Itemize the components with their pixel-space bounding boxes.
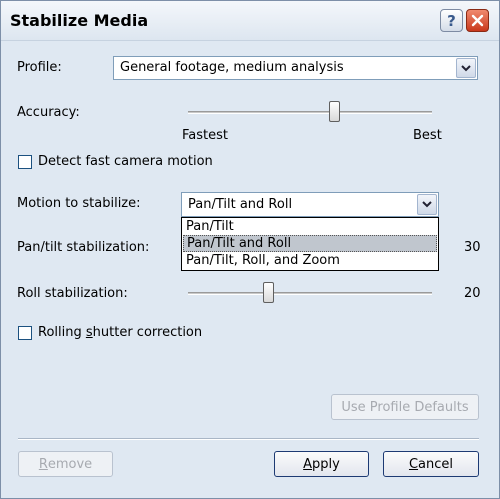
rolling-shutter-label[interactable]: Rolling shutter correction	[38, 325, 202, 340]
rolling-shutter-checkbox[interactable]	[18, 326, 32, 340]
accuracy-slider-track[interactable]	[188, 111, 432, 114]
profile-select[interactable]: General footage, medium analysis	[113, 56, 478, 80]
profile-value: General footage, medium analysis	[120, 60, 344, 75]
close-button[interactable]	[466, 9, 489, 32]
chevron-down-icon	[461, 64, 471, 71]
title-bar: Stabilize Media ?	[1, 1, 499, 41]
pan-tilt-label: Pan/tilt stabilization:	[17, 240, 150, 255]
separator	[18, 438, 479, 440]
cancel-button[interactable]: Cancel	[383, 451, 479, 477]
profile-label: Profile:	[17, 60, 62, 75]
detect-fast-motion-checkbox[interactable]	[18, 155, 32, 169]
apply-button[interactable]: Apply	[274, 451, 369, 477]
chevron-down-icon	[422, 201, 432, 208]
roll-label: Roll stabilization:	[17, 286, 128, 301]
roll-value: 20	[464, 286, 481, 301]
accuracy-slider-thumb[interactable]	[329, 101, 340, 122]
close-icon	[471, 14, 484, 27]
motion-dropdown-list: Pan/Tilt Pan/Tilt and Roll Pan/Tilt, Rol…	[181, 217, 439, 271]
roll-slider-thumb[interactable]	[263, 282, 274, 303]
accuracy-min-label: Fastest	[182, 128, 228, 143]
motion-label: Motion to stabilize:	[17, 196, 141, 211]
help-button[interactable]: ?	[440, 9, 463, 32]
detect-fast-motion-label[interactable]: Detect fast camera motion	[38, 154, 213, 169]
roll-slider-track[interactable]	[188, 292, 432, 295]
stabilize-media-dialog: Stabilize Media ? Profile: General foota…	[0, 0, 500, 499]
accuracy-label: Accuracy:	[17, 105, 80, 120]
window-title: Stabilize Media	[10, 11, 149, 30]
profile-dropdown-button[interactable]	[456, 58, 476, 78]
remove-button[interactable]: Remove	[18, 451, 113, 477]
use-profile-defaults-button[interactable]: Use Profile Defaults	[331, 394, 479, 420]
motion-option-selected[interactable]: Pan/Tilt and Roll	[183, 235, 437, 252]
motion-select[interactable]: Pan/Tilt and Roll	[181, 192, 439, 217]
accuracy-max-label: Best	[413, 128, 442, 143]
motion-dropdown-button[interactable]	[417, 194, 437, 215]
pan-tilt-value: 30	[464, 240, 481, 255]
help-icon: ?	[447, 11, 456, 30]
motion-option[interactable]: Pan/Tilt	[183, 218, 437, 235]
motion-value: Pan/Tilt and Roll	[188, 197, 293, 212]
motion-option[interactable]: Pan/Tilt, Roll, and Zoom	[183, 252, 437, 269]
